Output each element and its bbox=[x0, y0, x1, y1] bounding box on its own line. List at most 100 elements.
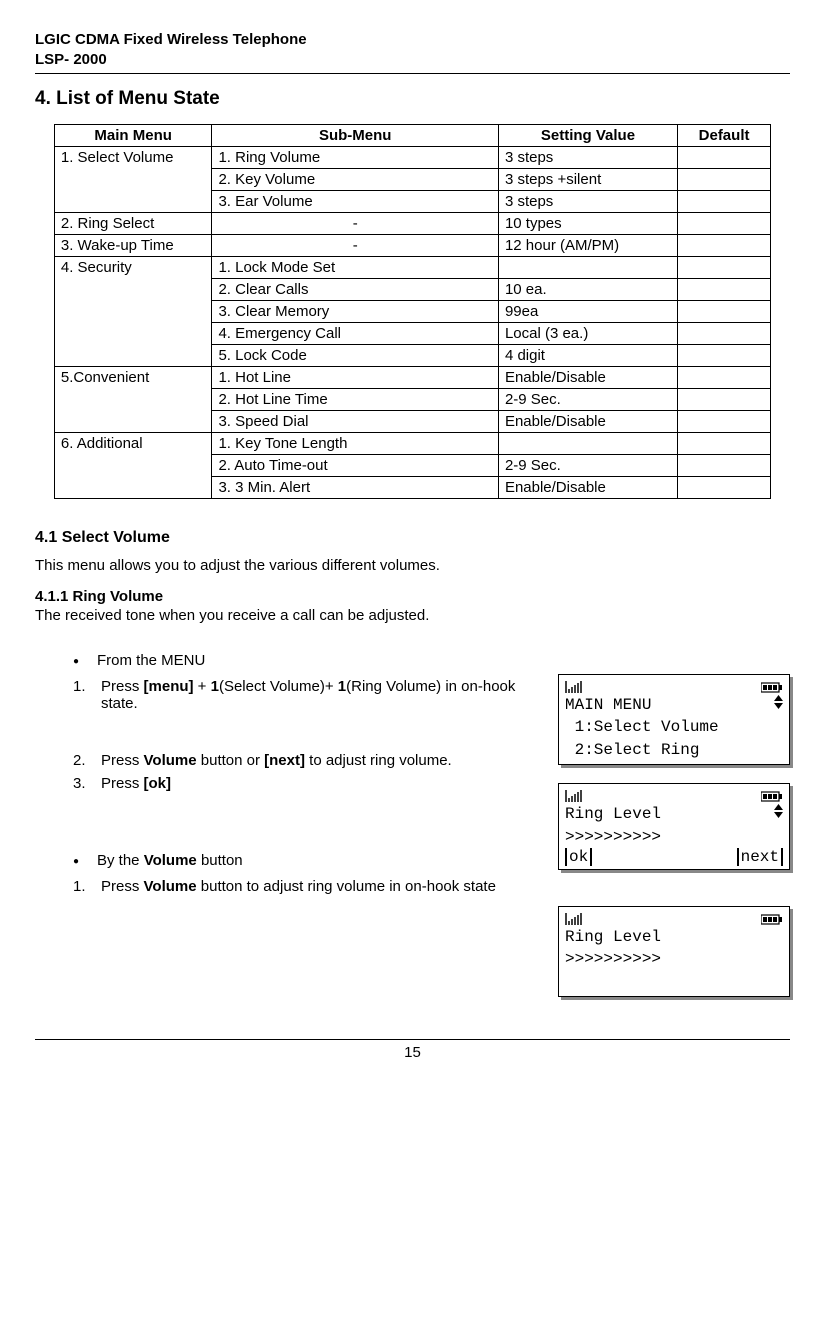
cell-default bbox=[678, 301, 771, 323]
softkey-next: next bbox=[737, 848, 783, 866]
cell-value: Local (3 ea.) bbox=[498, 323, 677, 345]
lcd-text: Ring Level bbox=[565, 926, 661, 948]
cell-sub: 1. Ring Volume bbox=[212, 147, 499, 169]
lcd-text: MAIN MENU bbox=[565, 694, 651, 716]
header-line1: LGIC CDMA Fixed Wireless Telephone bbox=[35, 30, 790, 50]
cell-sub: 5. Lock Code bbox=[212, 345, 499, 367]
cell-value: 3 steps bbox=[498, 147, 677, 169]
lcd-ring-level-2: Ring Level >>>>>>>>>> bbox=[558, 906, 790, 997]
table-row: 3. Wake-up Time-12 hour (AM/PM) bbox=[54, 235, 770, 257]
table-row: 1. Select Volume1. Ring Volume3 steps bbox=[54, 147, 770, 169]
sec-4-1-1-title: 4.1.1 Ring Volume bbox=[35, 588, 790, 605]
battery-icon bbox=[761, 787, 783, 801]
cell-value: 3 steps bbox=[498, 191, 677, 213]
table-row: 2. Ring Select-10 types bbox=[54, 213, 770, 235]
step-2-num: 2. bbox=[73, 752, 101, 769]
lcd-ring-level-1: Ring Level >>>>>>>>>> ok next bbox=[558, 783, 790, 870]
step-2: 2. Press Volume button or [next] to adju… bbox=[73, 752, 526, 769]
by-volume-bullet: ● By the Volume button bbox=[73, 852, 526, 872]
cell-value: 3 steps +silent bbox=[498, 169, 677, 191]
signal-icon bbox=[565, 678, 585, 692]
cell-sub: 1. Lock Mode Set bbox=[212, 257, 499, 279]
cell-sub: 3. 3 Min. Alert bbox=[212, 477, 499, 499]
cell-value: Enable/Disable bbox=[498, 411, 677, 433]
cell-default bbox=[678, 191, 771, 213]
step-2-text: Press Volume button or [next] to adjust … bbox=[101, 752, 526, 769]
th-main-menu: Main Menu bbox=[54, 125, 212, 147]
th-setting-value: Setting Value bbox=[498, 125, 677, 147]
cell-value: 99ea bbox=[498, 301, 677, 323]
cell-default bbox=[678, 477, 771, 499]
step-1: 1. Press [menu] + 1(Select Volume)+ 1(Ri… bbox=[73, 678, 526, 712]
step-3: 3. Press [ok] bbox=[73, 775, 526, 792]
softkey-ok: ok bbox=[565, 848, 592, 866]
sec-4-1-1-text: The received tone when you receive a cal… bbox=[35, 607, 790, 624]
cell-value: 2-9 Sec. bbox=[498, 455, 677, 477]
lcd-text: >>>>>>>>>> bbox=[565, 948, 661, 970]
step-3-text: Press [ok] bbox=[101, 775, 526, 792]
cell-default bbox=[678, 279, 771, 301]
cell-main: 6. Additional bbox=[54, 433, 212, 499]
bullet-icon: ● bbox=[73, 652, 97, 672]
step-1-text: Press [menu] + 1(Select Volume)+ 1(Ring … bbox=[101, 678, 526, 712]
cell-default bbox=[678, 323, 771, 345]
cell-value: 2-9 Sec. bbox=[498, 389, 677, 411]
cell-main: 1. Select Volume bbox=[54, 147, 212, 213]
signal-icon bbox=[565, 910, 585, 924]
lcd-text: 2:Select Ring bbox=[565, 739, 699, 761]
cell-sub: 4. Emergency Call bbox=[212, 323, 499, 345]
cell-value: Enable/Disable bbox=[498, 367, 677, 389]
lcd-text: Ring Level bbox=[565, 803, 661, 825]
cell-default bbox=[678, 411, 771, 433]
step-1-num: 1. bbox=[73, 678, 101, 695]
cell-sub: 3. Clear Memory bbox=[212, 301, 499, 323]
battery-icon bbox=[761, 910, 783, 924]
bv-step-1-text: Press Volume button to adjust ring volum… bbox=[101, 878, 526, 895]
header-line2: LSP- 2000 bbox=[35, 50, 790, 70]
bullet-icon: ● bbox=[73, 852, 97, 872]
cell-sub: 1. Hot Line bbox=[212, 367, 499, 389]
lcd-main-menu: MAIN MENU 1:Select Volume 2:Select Ring bbox=[558, 674, 790, 765]
cell-main: 4. Security bbox=[54, 257, 212, 367]
cell-value bbox=[498, 433, 677, 455]
step-3-num: 3. bbox=[73, 775, 101, 792]
cell-default bbox=[678, 235, 771, 257]
cell-default bbox=[678, 345, 771, 367]
cell-default bbox=[678, 455, 771, 477]
lcd-text: >>>>>>>>>> bbox=[565, 826, 661, 848]
section-title: 4. List of Menu State bbox=[35, 88, 790, 110]
footer-rule bbox=[35, 1039, 790, 1040]
sec-4-1-text: This menu allows you to adjust the vario… bbox=[35, 557, 790, 574]
cell-default bbox=[678, 169, 771, 191]
page-number: 15 bbox=[35, 1044, 790, 1061]
cell-value: 10 ea. bbox=[498, 279, 677, 301]
cell-default bbox=[678, 257, 771, 279]
from-menu-label: From the MENU bbox=[97, 652, 526, 669]
menu-state-table: Main Menu Sub-Menu Setting Value Default… bbox=[54, 124, 771, 499]
cell-sub: - bbox=[212, 213, 499, 235]
cell-main: 2. Ring Select bbox=[54, 213, 212, 235]
lcd-text: 1:Select Volume bbox=[565, 716, 719, 738]
bv-step-1: 1. Press Volume button to adjust ring vo… bbox=[73, 878, 526, 895]
cell-main: 3. Wake-up Time bbox=[54, 235, 212, 257]
cell-sub: 1. Key Tone Length bbox=[212, 433, 499, 455]
sec-4-1-title: 4.1 Select Volume bbox=[35, 529, 790, 547]
battery-icon bbox=[761, 678, 783, 692]
table-row: 5.Convenient1. Hot LineEnable/Disable bbox=[54, 367, 770, 389]
cell-sub: 2. Hot Line Time bbox=[212, 389, 499, 411]
cell-default bbox=[678, 213, 771, 235]
signal-icon bbox=[565, 787, 585, 801]
cell-default bbox=[678, 147, 771, 169]
cell-main: 5.Convenient bbox=[54, 367, 212, 433]
from-menu-bullet: ● From the MENU bbox=[73, 652, 526, 672]
cell-value: Enable/Disable bbox=[498, 477, 677, 499]
cell-sub: 2. Clear Calls bbox=[212, 279, 499, 301]
cell-default bbox=[678, 367, 771, 389]
cell-value: 4 digit bbox=[498, 345, 677, 367]
cell-sub: - bbox=[212, 235, 499, 257]
by-volume-label: By the Volume button bbox=[97, 852, 526, 869]
table-row: 4. Security1. Lock Mode Set bbox=[54, 257, 770, 279]
cell-value: 12 hour (AM/PM) bbox=[498, 235, 677, 257]
cell-sub: 2. Auto Time-out bbox=[212, 455, 499, 477]
cell-default bbox=[678, 433, 771, 455]
